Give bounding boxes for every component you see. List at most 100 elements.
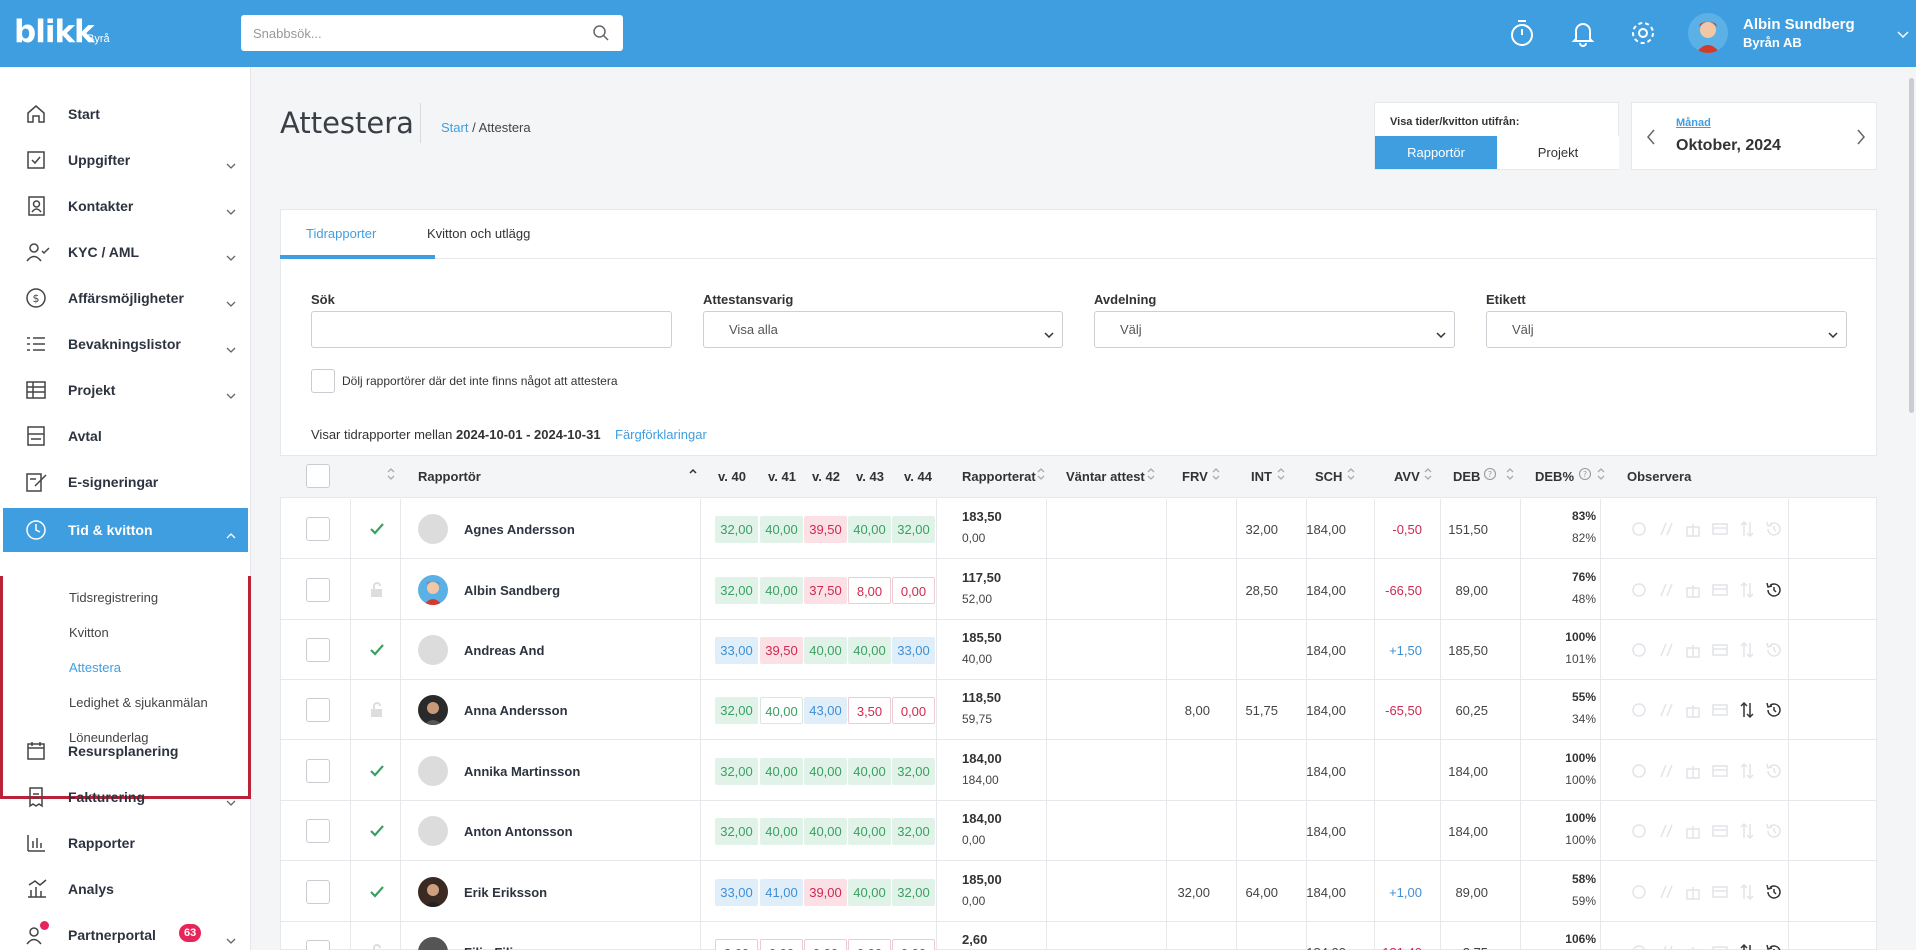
- sort-icon[interactable]: [1036, 467, 1046, 484]
- column-pending[interactable]: Väntar attest: [1066, 469, 1145, 484]
- history-icon[interactable]: [1765, 701, 1783, 722]
- week-hours-cell[interactable]: 40,00: [804, 758, 847, 785]
- reporter-name[interactable]: Filip Filipsson: [464, 945, 551, 950]
- chevron-right-icon[interactable]: [1856, 129, 1866, 148]
- help-icon[interactable]: ?: [1483, 467, 1497, 484]
- toggle-projekt-button[interactable]: Projekt: [1497, 136, 1619, 169]
- week-hours-cell[interactable]: 33,00: [715, 637, 758, 664]
- week-hours-cell[interactable]: 32,00: [892, 879, 935, 906]
- week-hours-cell[interactable]: 0,00: [892, 577, 935, 604]
- period-type-link[interactable]: Månad: [1676, 117, 1711, 129]
- sidebar-item-kyc-aml[interactable]: KYC / AML: [0, 230, 251, 274]
- week-hours-cell[interactable]: 39,00: [804, 879, 847, 906]
- attest-select[interactable]: Visa alla: [703, 311, 1063, 348]
- week-hours-cell[interactable]: 8,00: [848, 577, 891, 604]
- row-checkbox[interactable]: [306, 638, 330, 662]
- tag-select[interactable]: Välj: [1486, 311, 1847, 348]
- week-hours-cell[interactable]: 40,00: [760, 697, 803, 724]
- reporter-name[interactable]: Anton Antonsson: [464, 824, 573, 839]
- week-hours-cell[interactable]: 40,00: [760, 758, 803, 785]
- week-hours-cell[interactable]: 37,50: [804, 577, 847, 604]
- gear-icon[interactable]: [1629, 18, 1657, 51]
- sort-up-icon[interactable]: [688, 465, 698, 480]
- sidebar-item-resursplanering[interactable]: Resursplanering: [0, 729, 251, 773]
- week-hours-cell[interactable]: 32,00: [892, 758, 935, 785]
- history-icon[interactable]: [1765, 581, 1783, 602]
- row-checkbox[interactable]: [306, 517, 330, 541]
- column-reporter[interactable]: Rapportör: [418, 469, 481, 484]
- column-sch[interactable]: SCH: [1315, 469, 1342, 484]
- week-hours-cell[interactable]: 32,00: [715, 516, 758, 543]
- sort-icon[interactable]: [1596, 467, 1606, 484]
- search-icon[interactable]: [592, 24, 610, 45]
- week-hours-cell[interactable]: 40,00: [760, 818, 803, 845]
- search-field[interactable]: [311, 311, 672, 348]
- week-hours-cell[interactable]: 33,00: [892, 637, 935, 664]
- reporter-name[interactable]: Andreas And: [464, 643, 544, 658]
- column-avv[interactable]: AVV: [1394, 469, 1420, 484]
- week-hours-cell[interactable]: 40,00: [848, 637, 891, 664]
- scrollbar[interactable]: [1909, 78, 1914, 413]
- row-checkbox[interactable]: [306, 698, 330, 722]
- week-hours-cell[interactable]: 0,00: [804, 939, 847, 950]
- sort-icon[interactable]: [1276, 467, 1286, 484]
- column-reported[interactable]: Rapporterat: [962, 469, 1036, 484]
- week-hours-cell[interactable]: 0,00: [892, 697, 935, 724]
- column-int[interactable]: INT: [1251, 469, 1272, 484]
- sidebar-item-analys[interactable]: Analys: [0, 867, 251, 911]
- week-hours-cell[interactable]: 40,00: [804, 637, 847, 664]
- row-checkbox[interactable]: [306, 880, 330, 904]
- sort-icon[interactable]: [386, 467, 396, 484]
- sort-icon[interactable]: [1211, 467, 1221, 484]
- week-hours-cell[interactable]: 32,00: [715, 758, 758, 785]
- select-all-checkbox[interactable]: [306, 464, 330, 488]
- week-hours-cell[interactable]: 32,00: [715, 577, 758, 604]
- sidebar-item-tid-kvitton[interactable]: Tid & kvitton: [3, 508, 248, 552]
- row-checkbox[interactable]: [306, 940, 330, 950]
- sidebar-item-bevakningslistor[interactable]: Bevakningslistor: [0, 322, 251, 366]
- week-hours-cell[interactable]: 39,50: [760, 637, 803, 664]
- week-hours-cell[interactable]: 41,00: [760, 879, 803, 906]
- sidebar-item-avtal[interactable]: Avtal: [0, 414, 251, 458]
- chevron-left-icon[interactable]: [1646, 129, 1656, 148]
- week-hours-cell[interactable]: 3,50: [848, 697, 891, 724]
- submenu-item-attestera[interactable]: Attestera: [69, 660, 121, 675]
- week-hours-cell[interactable]: 32,00: [715, 697, 758, 724]
- logo[interactable]: blikk: [14, 14, 95, 50]
- reporter-name[interactable]: Albin Sandberg: [464, 583, 560, 598]
- sidebar-item-fakturering[interactable]: Fakturering: [0, 775, 251, 819]
- reporter-name[interactable]: Anna Andersson: [464, 703, 568, 718]
- week-hours-cell[interactable]: 40,00: [848, 879, 891, 906]
- help-icon[interactable]: ?: [1578, 467, 1592, 484]
- user-name[interactable]: Albin Sundberg: [1743, 16, 1855, 33]
- week-hours-cell[interactable]: 32,00: [892, 818, 935, 845]
- sort-arrows-icon[interactable]: [1738, 701, 1756, 722]
- reporter-name[interactable]: Annika Martinsson: [464, 764, 580, 779]
- tab-tidrapporter[interactable]: Tidrapporter: [306, 226, 376, 241]
- week-hours-cell[interactable]: 40,00: [760, 577, 803, 604]
- bell-icon[interactable]: [1569, 18, 1597, 51]
- sidebar-item-rapporter[interactable]: Rapporter: [0, 821, 251, 865]
- sidebar-item-uppgifter[interactable]: Uppgifter: [0, 138, 251, 182]
- column-deb[interactable]: DEB: [1453, 469, 1480, 484]
- row-checkbox[interactable]: [306, 578, 330, 602]
- submenu-item-ledighet[interactable]: Ledighet & sjukanmälan: [69, 695, 208, 710]
- reporter-name[interactable]: Erik Eriksson: [464, 885, 547, 900]
- submenu-item-kvitton[interactable]: Kvitton: [69, 625, 109, 640]
- week-hours-cell[interactable]: 2,60: [715, 939, 758, 950]
- week-hours-cell[interactable]: 39,50: [804, 516, 847, 543]
- user-avatar[interactable]: [1688, 13, 1728, 53]
- tab-kvitton-utlagg[interactable]: Kvitton och utlägg: [427, 226, 530, 241]
- week-hours-cell[interactable]: 32,00: [892, 516, 935, 543]
- week-hours-cell[interactable]: 40,00: [848, 758, 891, 785]
- week-hours-cell[interactable]: 40,00: [848, 516, 891, 543]
- week-hours-cell[interactable]: 0,00: [848, 939, 891, 950]
- week-hours-cell[interactable]: 40,00: [804, 818, 847, 845]
- column-frv[interactable]: FRV: [1182, 469, 1208, 484]
- quick-search-input[interactable]: [241, 15, 623, 51]
- history-icon[interactable]: [1765, 883, 1783, 904]
- sort-icon[interactable]: [1346, 467, 1356, 484]
- sidebar-item-projekt[interactable]: Projekt: [0, 368, 251, 412]
- week-hours-cell[interactable]: 32,00: [715, 818, 758, 845]
- color-legend-link[interactable]: Färgförklaringar: [615, 427, 707, 442]
